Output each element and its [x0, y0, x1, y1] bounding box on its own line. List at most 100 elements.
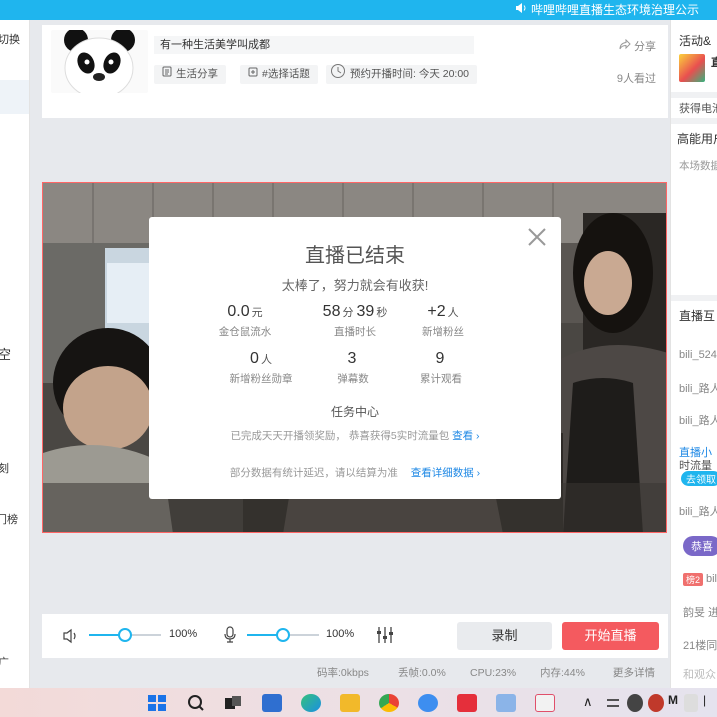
- stat-value-2: 39: [356, 303, 375, 320]
- chrome-icon[interactable]: [379, 694, 399, 712]
- task-view-icon[interactable]: [223, 694, 243, 712]
- mic-volume-slider[interactable]: [247, 628, 319, 642]
- danmaku-item: 21楼同: [683, 640, 717, 652]
- app-tray-icon[interactable]: [648, 694, 664, 712]
- data-note: 本场数据: [679, 160, 717, 172]
- viewer-count: 9人看过: [616, 73, 656, 85]
- chevron-right-icon: ›: [476, 467, 481, 479]
- record-button[interactable]: 录制: [457, 622, 552, 650]
- details-label: 查看详细数据: [410, 467, 474, 479]
- top-bar: 哔哩哔哩直播生态环境治理公示: [0, 0, 717, 20]
- slider-knob[interactable]: [118, 628, 132, 642]
- claim-button[interactable]: 去领取: [681, 471, 717, 486]
- speaker-volume-slider[interactable]: [89, 628, 161, 642]
- stat-new-fans: +2 人 新增粉丝: [383, 303, 503, 339]
- left-sidebar: 切换 空 刻 门榜 广: [0, 20, 30, 688]
- congrats-pill: 恭喜: [683, 536, 717, 556]
- more-details-label: 更多详情: [613, 667, 655, 679]
- mic-tray-icon[interactable]: M: [668, 693, 678, 707]
- task-view-label: 查看: [452, 430, 474, 442]
- danmaku-item: bili_路人: [679, 506, 717, 518]
- app-icon-a[interactable]: [418, 694, 438, 712]
- store-icon[interactable]: [457, 694, 477, 712]
- sidebar-item-b[interactable]: 门榜: [0, 511, 18, 527]
- task-description: 已完成天天开播领奖励， 恭喜获得5实时流量包 查看 ›: [149, 428, 561, 443]
- topic-label: #选择话题: [262, 68, 310, 80]
- share-icon: [619, 38, 631, 53]
- details-link[interactable]: 查看详细数据 ›: [411, 467, 480, 479]
- stat-label: 累计观看: [420, 373, 462, 385]
- stat-label: 新增粉丝: [422, 326, 464, 338]
- edge-browser-icon[interactable]: [301, 694, 321, 712]
- reward-text: 获得电池: [679, 103, 717, 115]
- sync-icon[interactable]: [627, 694, 643, 712]
- danmaku-item: bili_524: [679, 349, 717, 361]
- sidebar-selected-item[interactable]: [0, 80, 29, 114]
- share-label: 分享: [634, 41, 656, 53]
- high-energy-title: 高能用户: [677, 132, 717, 146]
- stat-unit: 人: [447, 307, 459, 319]
- network-icon[interactable]: [605, 694, 621, 712]
- memory-status: 内存:44%: [540, 667, 585, 679]
- task-center-title: 任务中心: [330, 405, 379, 419]
- panda-avatar[interactable]: [51, 30, 148, 93]
- sidebar-label-mid: 空: [0, 344, 11, 363]
- tray-icon[interactable]: [684, 694, 698, 712]
- mail-icon[interactable]: [262, 694, 282, 712]
- frame-loss-status: 丢帧:0.0%: [398, 667, 446, 679]
- mic-volume-value: 100%: [326, 628, 355, 640]
- stat-value: 9: [435, 350, 445, 367]
- stat-value: +2: [427, 303, 446, 320]
- clock-icon: [330, 63, 346, 86]
- danmaku-item: 韵旻 进: [683, 607, 717, 619]
- windows-start-icon[interactable]: [147, 694, 167, 712]
- category-tag[interactable]: 生活分享: [154, 65, 226, 84]
- file-explorer-icon[interactable]: [340, 694, 360, 712]
- category-label: 生活分享: [176, 68, 218, 80]
- microphone-icon[interactable]: [223, 626, 237, 647]
- level-badge: 榜2: [683, 573, 704, 586]
- activity-banner-image[interactable]: [679, 54, 705, 82]
- top-notice[interactable]: 哔哩哔哩直播生态环境治理公示: [515, 0, 699, 20]
- task-text: 已完成天天开播领奖励， 恭喜获得5实时流量包: [230, 430, 450, 442]
- tray-overflow-icon[interactable]: |: [703, 693, 706, 707]
- sidebar-item-c[interactable]: 广: [0, 654, 9, 670]
- right-panel: 活动& 直 获得电池 高能用户 本场数据 直播互 bili_524 bili_路…: [670, 20, 717, 688]
- divider: [671, 295, 717, 301]
- activity-badge: 直: [711, 54, 717, 70]
- dialog-subtitle: 太棒了，努力就会有收获!: [281, 278, 429, 293]
- snipping-tool-icon[interactable]: [535, 694, 555, 712]
- speaker-volume-value: 100%: [169, 628, 198, 640]
- slider-knob[interactable]: [276, 628, 290, 642]
- room-info-card: 有一种生活美学叫成都 分享 生活分享 #选择话题 预约开播时间: 今天 20:0…: [42, 25, 668, 118]
- room-title-input[interactable]: 有一种生活美学叫成都: [154, 36, 474, 54]
- document-icon: [162, 65, 172, 84]
- stat-label: 金仓鼠流水: [218, 326, 272, 338]
- schedule-label: 预约开播时间: 今天 20:00: [350, 68, 470, 80]
- sidebar-item-a[interactable]: 刻: [0, 460, 9, 476]
- delay-note: 部分数据有统计延迟，请以结算为准 查看详细数据 ›: [149, 465, 561, 480]
- danmaku-item: bili_路人: [679, 415, 717, 427]
- stat-value: 58: [322, 303, 341, 320]
- delay-text: 部分数据有统计延迟，请以结算为准: [229, 467, 398, 479]
- stat-value: 0: [250, 350, 259, 367]
- stat-total-views: 9 累计观看: [381, 350, 501, 386]
- app-icon-b[interactable]: [496, 694, 516, 712]
- share-button[interactable]: 分享: [619, 38, 656, 54]
- mixer-icon[interactable]: [375, 626, 395, 647]
- danmaku-item: 和观众: [683, 669, 716, 681]
- chevron-up-icon[interactable]: ∧: [583, 694, 593, 710]
- search-icon[interactable]: [186, 694, 206, 712]
- speaker-icon[interactable]: [62, 628, 80, 647]
- switch-button[interactable]: 切换: [0, 31, 20, 47]
- schedule-tag[interactable]: 预约开播时间: 今天 20:00: [326, 63, 478, 86]
- topic-tag[interactable]: #选择话题: [240, 65, 318, 84]
- start-live-button[interactable]: 开始直播: [562, 622, 659, 650]
- cpu-status: CPU:23%: [470, 667, 517, 679]
- divider: [671, 118, 717, 124]
- more-details-link[interactable]: 更多详情 ›: [613, 662, 655, 684]
- video-preview[interactable]: 直播已结束 太棒了，努力就会有收获! 0.0 元 金仓鼠流水 58 分 39 秒 直播…: [42, 182, 667, 533]
- stat-unit: 分: [342, 307, 354, 319]
- task-view-link[interactable]: 查看 ›: [452, 430, 479, 442]
- danmaku-item: bili: [706, 573, 717, 585]
